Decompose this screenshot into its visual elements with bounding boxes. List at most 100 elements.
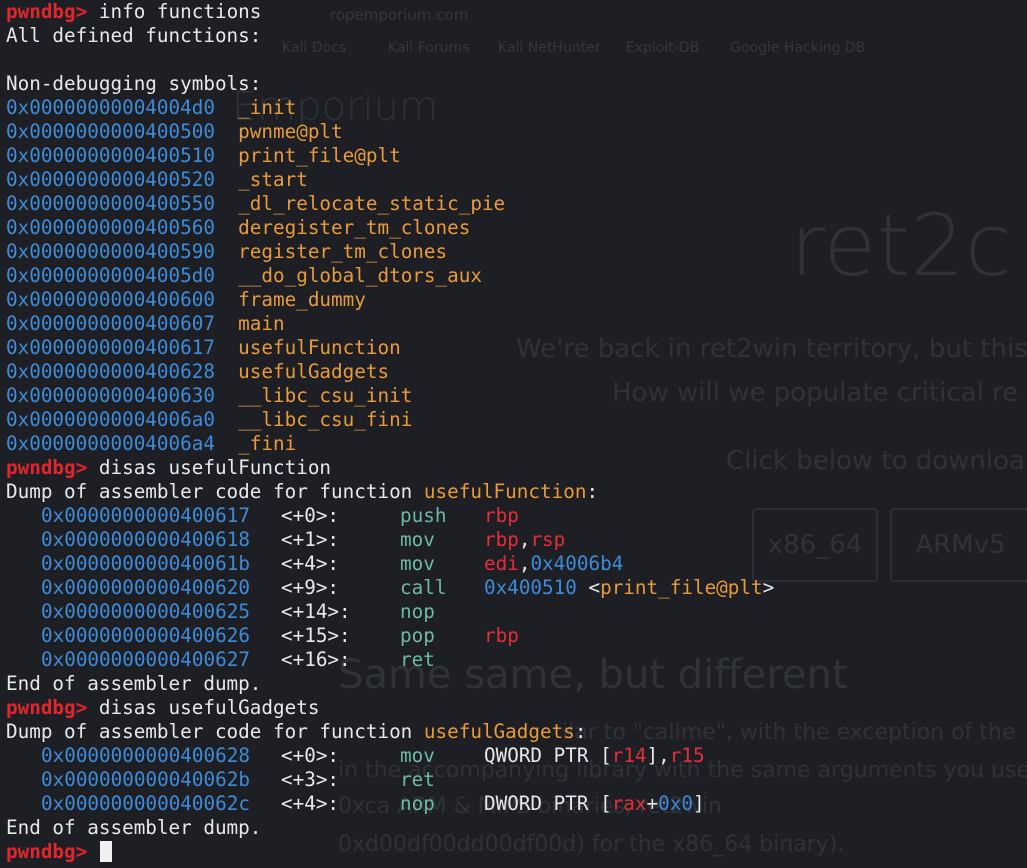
instruction-address: 0x0000000000400625 <box>41 600 250 623</box>
function-address: 0x00000000004006a0 <box>6 408 215 431</box>
instruction-offset: <+14>: <box>281 600 351 623</box>
operand-text: QWORD PTR [ <box>484 744 612 767</box>
numeric-operand: 0x4006b4 <box>530 552 624 575</box>
function-address: 0x0000000000400617 <box>6 336 215 359</box>
instruction-address: 0x000000000040061b <box>41 552 250 575</box>
operand-text: , <box>518 528 531 551</box>
function-row: 0x0000000000400560 deregister_tm_clones <box>6 216 1027 240</box>
instruction-offset: <+16>: <box>281 648 351 671</box>
instruction-mnemonic: mov <box>400 552 435 575</box>
function-address: 0x0000000000400630 <box>6 384 215 407</box>
command-line: pwndbg> info functions <box>6 0 1027 24</box>
instruction-address: 0x0000000000400617 <box>41 504 250 527</box>
instruction-mnemonic: nop <box>400 792 435 815</box>
dump-header: Dump of assembler code for function usef… <box>6 720 1027 744</box>
function-name: frame_dummy <box>238 288 366 311</box>
function-name: __do_global_dtors_aux <box>238 264 482 287</box>
function-row: 0x0000000000400628 usefulGadgets <box>6 360 1027 384</box>
function-row: 0x0000000000400510 print_file@plt <box>6 144 1027 168</box>
numeric-operand: 0x400510 <box>484 576 577 599</box>
command-text: info functions <box>98 0 262 23</box>
function-row: 0x0000000000400617 usefulFunction <box>6 336 1027 360</box>
instruction-offset: <+9>: <box>281 576 340 599</box>
asm-line: 0x000000000040061b <+4>: mov edi,0x4006b4 <box>6 552 1027 576</box>
function-address: 0x00000000004005d0 <box>6 264 215 287</box>
function-row: 0x00000000004004d0 _init <box>6 96 1027 120</box>
operand-text: , <box>518 552 531 575</box>
instruction-address: 0x000000000040062b <box>41 768 250 791</box>
function-name: usefulFunction <box>238 336 401 359</box>
operand-text: < <box>576 576 601 599</box>
terminal[interactable]: pwndbg> info functions All defined funct… <box>0 0 1027 868</box>
instruction-offset: <+4>: <box>281 792 340 815</box>
asm-line: 0x0000000000400628 <+0>: mov QWORD PTR [r14… <box>6 744 1027 768</box>
prompt: pwndbg> <box>6 0 88 23</box>
function-name: pwnme@plt <box>238 120 343 143</box>
function-name: _start <box>238 168 308 191</box>
function-address: 0x00000000004006a4 <box>6 432 215 455</box>
instruction-offset: <+3>: <box>281 768 340 791</box>
function-address: 0x0000000000400590 <box>6 240 215 263</box>
function-address: 0x00000000004004d0 <box>6 96 215 119</box>
function-name: _fini <box>238 432 297 455</box>
function-address: 0x0000000000400607 <box>6 312 215 335</box>
function-row: 0x0000000000400590 register_tm_clones <box>6 240 1027 264</box>
instruction-offset: <+4>: <box>281 552 340 575</box>
operand-text: DWORD PTR [ <box>484 792 612 815</box>
instruction-offset: <+0>: <box>281 744 340 767</box>
asm-line: 0x0000000000400617 <+0>: push rbp <box>6 504 1027 528</box>
instruction-address: 0x0000000000400626 <box>41 624 250 647</box>
function-row: 0x00000000004006a4 _fini <box>6 432 1027 456</box>
instruction-mnemonic: push <box>400 504 447 527</box>
instruction-mnemonic: nop <box>400 600 435 623</box>
operand-text: ] <box>692 792 705 815</box>
register-operand: rbp <box>484 528 519 551</box>
asm-listing: 0x0000000000400628 <+0>: mov QWORD PTR [r14… <box>6 744 1027 816</box>
function-name: usefulFunction <box>423 480 587 503</box>
register-operand: r15 <box>669 744 705 767</box>
register-operand: r14 <box>611 744 647 767</box>
output-line: All defined functions: <box>6 24 262 47</box>
command-line: pwndbg> disas usefulFunction <box>6 456 1027 480</box>
instruction-offset: <+0>: <box>281 504 340 527</box>
function-address: 0x0000000000400560 <box>6 216 215 239</box>
function-row: 0x0000000000400600 frame_dummy <box>6 288 1027 312</box>
asm-listing: 0x0000000000400617 <+0>: push rbp 0x00000000… <box>6 504 1027 672</box>
function-name: print_file@plt <box>238 144 401 167</box>
dump-prefix: Dump of assembler code for function <box>6 480 424 503</box>
register-operand: rbp <box>484 624 519 647</box>
instruction-offset: <+15>: <box>281 624 351 647</box>
dump-end: End of assembler dump. <box>6 672 262 695</box>
symbol-operand: print_file@plt <box>600 576 763 599</box>
instruction-address: 0x0000000000400618 <box>41 528 250 551</box>
function-name: __libc_csu_fini <box>238 408 413 431</box>
dump-prefix: Dump of assembler code for function <box>6 720 424 743</box>
text-cursor[interactable] <box>99 841 112 862</box>
register-operand: edi <box>484 552 519 575</box>
prompt: pwndbg> <box>6 696 88 719</box>
function-row: 0x0000000000400520 _start <box>6 168 1027 192</box>
function-address: 0x0000000000400520 <box>6 168 215 191</box>
register-operand: rsp <box>530 528 566 551</box>
function-list: 0x00000000004004d0 _init 0x00000000004005… <box>6 96 1027 456</box>
instruction-address: 0x0000000000400628 <box>41 744 250 767</box>
function-row: 0x0000000000400630 __libc_csu_init <box>6 384 1027 408</box>
register-operand: rax <box>611 792 647 815</box>
function-name: register_tm_clones <box>238 240 448 263</box>
register-operand: rbp <box>484 504 519 527</box>
asm-line: 0x0000000000400625 <+14>: nop <box>6 600 1027 624</box>
instruction-address: 0x0000000000400620 <box>41 576 250 599</box>
function-address: 0x0000000000400550 <box>6 192 215 215</box>
function-row: 0x0000000000400607 main <box>6 312 1027 336</box>
instruction-mnemonic: call <box>400 576 447 599</box>
instruction-mnemonic: ret <box>400 768 435 791</box>
function-name: usefulGadgets <box>238 360 390 383</box>
command-line[interactable]: pwndbg> <box>6 840 1027 864</box>
function-address: 0x0000000000400510 <box>6 144 215 167</box>
function-address: 0x0000000000400628 <box>6 360 215 383</box>
asm-line: 0x0000000000400627 <+16>: ret <box>6 648 1027 672</box>
command-line: pwndbg> disas usefulGadgets <box>6 696 1027 720</box>
dump-end: End of assembler dump. <box>6 816 262 839</box>
asm-line: 0x0000000000400620 <+9>: call 0x400510 <pri… <box>6 576 1027 600</box>
